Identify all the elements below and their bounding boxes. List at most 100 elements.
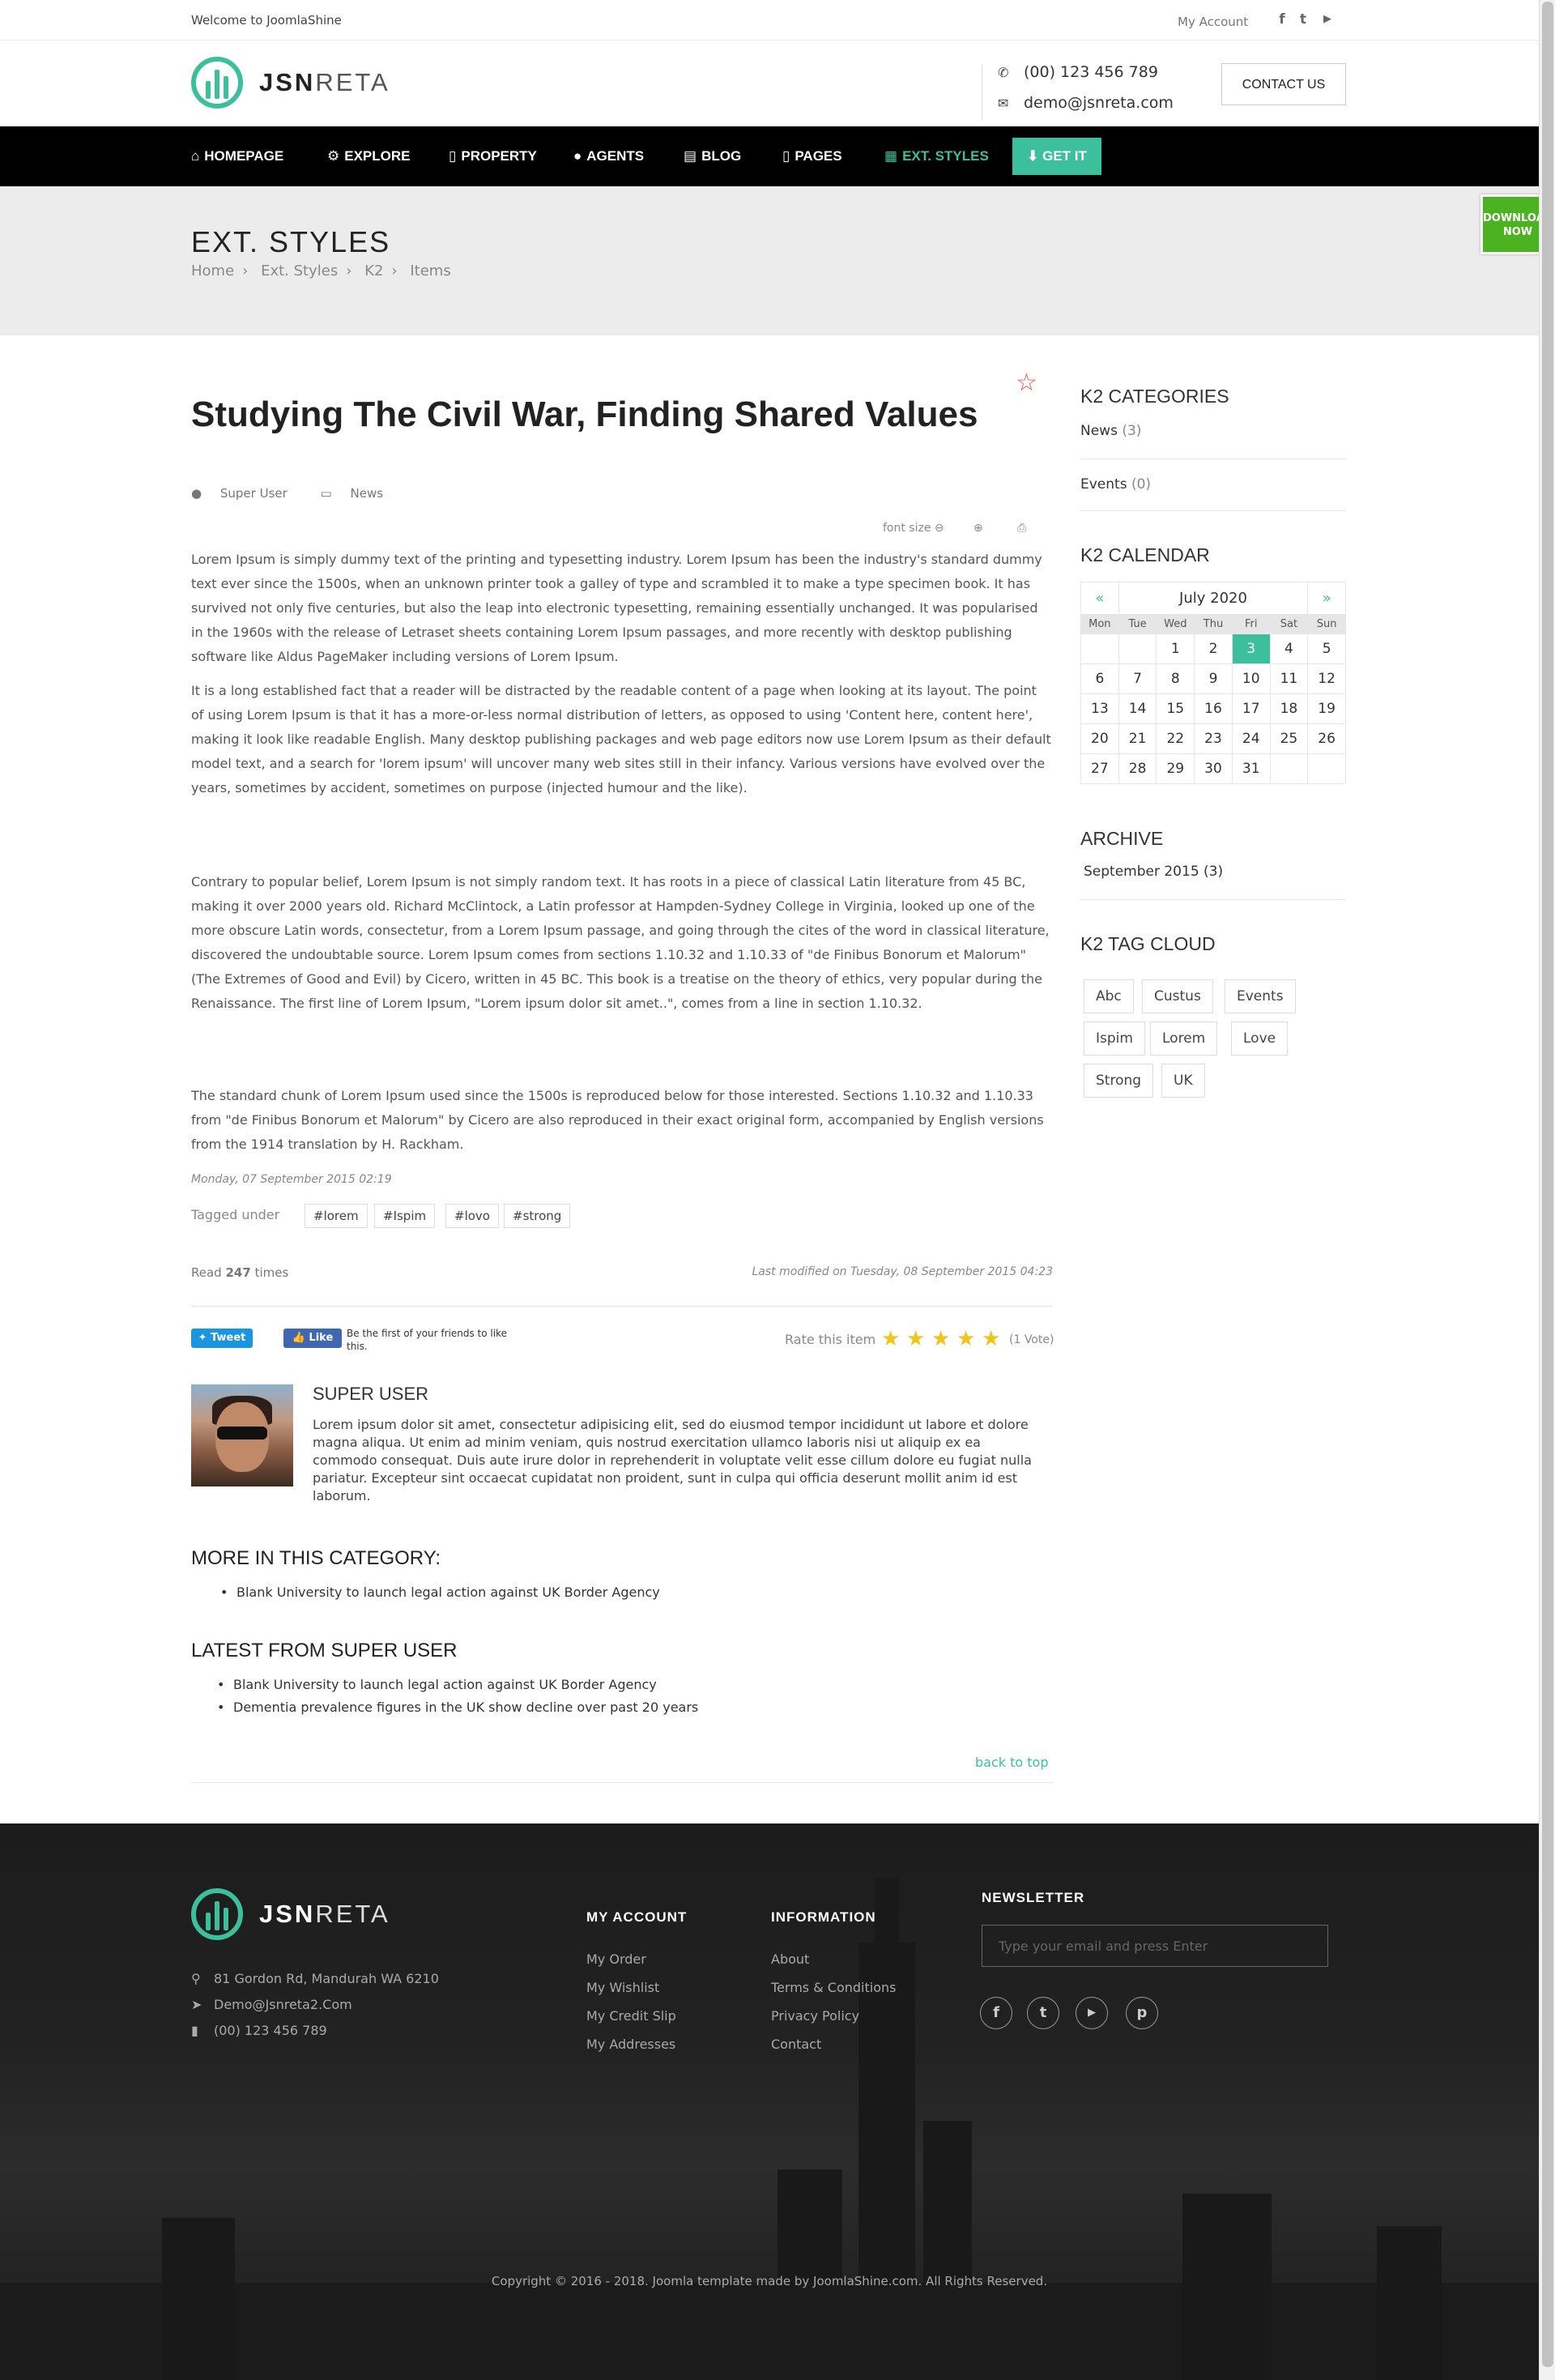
- list-item[interactable]: Dementia prevalence figures in the UK sh…: [217, 1700, 698, 1715]
- twitter-icon[interactable]: t: [1296, 11, 1310, 28]
- tag-lorem[interactable]: #lorem: [305, 1204, 368, 1228]
- calendar-next-button[interactable]: »: [1307, 582, 1346, 615]
- contact-us-button[interactable]: CONTACT US: [1221, 63, 1346, 105]
- logo-text[interactable]: JSNRETA: [259, 68, 390, 97]
- zoom-out-icon[interactable]: ⊖: [935, 522, 944, 535]
- calendar-day[interactable]: 11: [1269, 663, 1309, 694]
- footer-link[interactable]: About: [771, 1951, 809, 1967]
- calendar-day[interactable]: 5: [1307, 633, 1346, 664]
- calendar-day[interactable]: 20: [1080, 723, 1119, 754]
- breadcrumb-ext-styles[interactable]: Ext. Styles: [261, 262, 338, 279]
- calendar-prev-button[interactable]: «: [1080, 582, 1119, 615]
- rating-star-3[interactable]: ★: [931, 1327, 950, 1351]
- tagcloud-custus[interactable]: Custus: [1142, 979, 1213, 1013]
- youtube-icon[interactable]: ▶: [1076, 1997, 1108, 2029]
- calendar-day[interactable]: 23: [1194, 723, 1233, 754]
- youtube-icon[interactable]: ▶: [1320, 13, 1335, 29]
- favorite-star-icon[interactable]: ☆: [1016, 369, 1037, 397]
- facebook-icon[interactable]: f: [1275, 11, 1289, 28]
- nav-blog[interactable]: ▤ BLOG: [684, 148, 741, 164]
- rating-star-5[interactable]: ★: [982, 1327, 1000, 1351]
- calendar-day[interactable]: 17: [1231, 693, 1271, 724]
- nav-pages[interactable]: ▯ PAGES: [782, 148, 842, 164]
- calendar-day[interactable]: 29: [1156, 753, 1195, 784]
- footer-link[interactable]: Terms & Conditions: [771, 1980, 896, 1995]
- breadcrumb-home[interactable]: Home: [191, 262, 234, 279]
- calendar-day[interactable]: 14: [1118, 693, 1157, 724]
- tagcloud-ispim[interactable]: Ispim: [1084, 1022, 1145, 1056]
- tagcloud-love[interactable]: Love: [1231, 1022, 1289, 1056]
- footer-logo-icon[interactable]: [191, 1888, 243, 1940]
- breadcrumb-k2[interactable]: K2: [364, 262, 383, 279]
- my-account-link[interactable]: My Account: [1178, 15, 1248, 29]
- category-news[interactable]: News (3): [1080, 423, 1141, 439]
- logo-icon[interactable]: [191, 57, 243, 109]
- facebook-icon[interactable]: f: [980, 1997, 1012, 2029]
- calendar-day[interactable]: 9: [1194, 663, 1233, 694]
- back-to-top-link[interactable]: back to top: [975, 1755, 1048, 1770]
- calendar-day[interactable]: 21: [1118, 723, 1157, 754]
- get-it-button[interactable]: ⬇ GET IT: [1012, 138, 1101, 175]
- tagcloud-strong[interactable]: Strong: [1084, 1064, 1154, 1098]
- newsletter-email-input[interactable]: [982, 1925, 1328, 1967]
- calendar-day[interactable]: 30: [1194, 753, 1233, 784]
- print-icon[interactable]: ⎙: [1017, 522, 1026, 535]
- calendar-day[interactable]: 7: [1118, 663, 1157, 694]
- tag-strong[interactable]: #strong: [504, 1204, 571, 1228]
- rating-star-2[interactable]: ★: [906, 1327, 925, 1351]
- calendar-day[interactable]: 15: [1156, 693, 1195, 724]
- list-item[interactable]: Blank University to launch legal action …: [217, 1677, 657, 1692]
- nav-agents[interactable]: ● AGENTS: [573, 148, 644, 164]
- scrollbar-thumb[interactable]: [1542, 2, 1553, 2367]
- calendar-day[interactable]: 8: [1156, 663, 1195, 694]
- footer-link[interactable]: My Addresses: [586, 2037, 675, 2052]
- calendar-day[interactable]: 28: [1118, 753, 1157, 784]
- twitter-icon[interactable]: t: [1027, 1997, 1059, 2029]
- nav-property[interactable]: ▯ PROPERTY: [449, 148, 537, 164]
- scrollbar[interactable]: [1539, 0, 1555, 2380]
- calendar-day[interactable]: 16: [1194, 693, 1233, 724]
- zoom-in-icon[interactable]: ⊕: [973, 522, 983, 535]
- footer-email[interactable]: ➤ Demo@Jsnreta2.Com: [191, 1997, 352, 2012]
- footer-link[interactable]: Privacy Policy: [771, 2008, 859, 2024]
- tweet-button[interactable]: ✦ Tweet: [191, 1329, 253, 1348]
- calendar-day[interactable]: 10: [1231, 663, 1271, 694]
- calendar-day[interactable]: 18: [1269, 693, 1309, 724]
- footer-link[interactable]: Contact: [771, 2037, 821, 2052]
- facebook-like-button[interactable]: 👍 Like: [283, 1329, 342, 1348]
- rating-star-4[interactable]: ★: [956, 1327, 975, 1351]
- calendar-day[interactable]: 4: [1269, 633, 1309, 664]
- tag-lovo[interactable]: #lovo: [445, 1204, 499, 1228]
- calendar-day[interactable]: 12: [1307, 663, 1346, 694]
- calendar-day[interactable]: 19: [1307, 693, 1346, 724]
- archive-item[interactable]: September 2015 (3): [1084, 864, 1223, 880]
- list-item[interactable]: Blank University to launch legal action …: [220, 1585, 660, 1600]
- calendar-day[interactable]: 1: [1156, 633, 1195, 664]
- calendar-day[interactable]: 31: [1231, 753, 1271, 784]
- nav-homepage[interactable]: ⌂ HOMEPAGE: [191, 148, 283, 164]
- tagcloud-events[interactable]: Events: [1225, 979, 1296, 1013]
- header-email[interactable]: ✉ demo@jsnreta.com: [998, 94, 1174, 112]
- category-events[interactable]: Events (0): [1080, 476, 1151, 493]
- footer-logo-text[interactable]: JSNRETA: [259, 1900, 390, 1929]
- calendar-day[interactable]: 25: [1269, 723, 1309, 754]
- calendar-day[interactable]: 24: [1231, 723, 1271, 754]
- calendar-day[interactable]: 26: [1307, 723, 1346, 754]
- calendar-day[interactable]: 13: [1080, 693, 1119, 724]
- pinterest-icon[interactable]: p: [1126, 1997, 1158, 2029]
- nav-ext-styles[interactable]: ▦ EXT. STYLES: [884, 148, 989, 164]
- tagcloud-lorem[interactable]: Lorem: [1150, 1022, 1218, 1056]
- calendar-day[interactable]: 6: [1080, 663, 1119, 694]
- author-meta[interactable]: ● Super User: [191, 486, 302, 501]
- calendar-day[interactable]: 27: [1080, 753, 1119, 784]
- tagcloud-abc[interactable]: Abc: [1084, 979, 1134, 1013]
- footer-link[interactable]: My Order: [586, 1951, 646, 1967]
- rating-star-1[interactable]: ★: [881, 1327, 900, 1351]
- calendar-day[interactable]: 2: [1194, 633, 1233, 664]
- calendar-day[interactable]: 22: [1156, 723, 1195, 754]
- author-name[interactable]: SUPER USER: [313, 1384, 428, 1405]
- nav-explore[interactable]: ⚙ EXPLORE: [327, 148, 411, 164]
- footer-link[interactable]: My Credit Slip: [586, 2008, 676, 2024]
- tag-ispim[interactable]: #Ispim: [374, 1204, 436, 1228]
- tagcloud-uk[interactable]: UK: [1161, 1064, 1205, 1098]
